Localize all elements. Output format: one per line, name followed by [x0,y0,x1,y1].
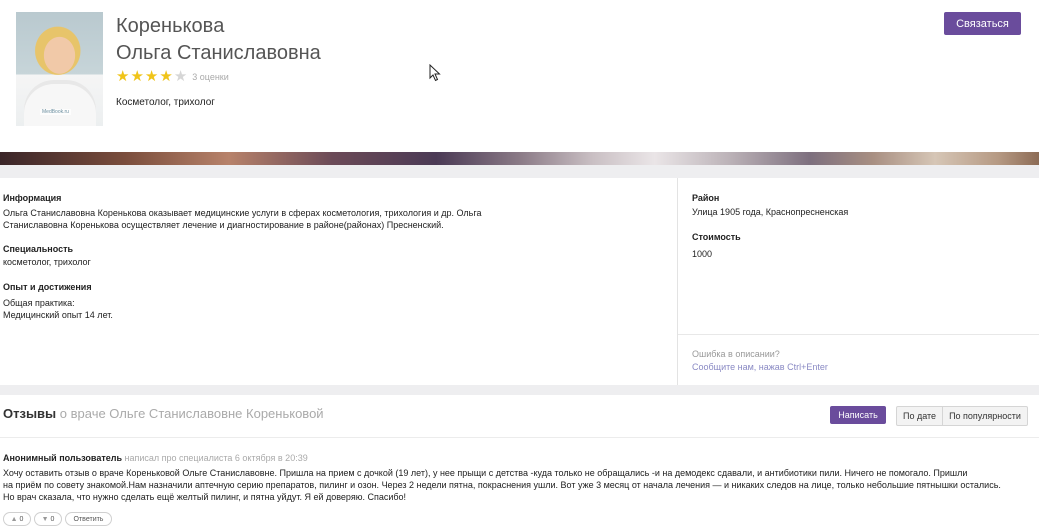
district-value: Улица 1905 года, Краснопресненская [692,207,849,217]
information-text-line: Станиславовна Коренькова осуществляет ле… [3,220,444,230]
dislike-count: 0 [50,515,55,523]
thumbs-down-icon: ▼ [41,515,49,523]
dislike-button[interactable]: ▼ 0 [34,512,62,526]
photo-watermark: MedBook.ru [40,109,71,115]
doctor-photo: MedBook.ru [16,12,103,126]
reviews-divider [0,437,1039,438]
reviews-heading: Отзывы [3,406,57,421]
decorative-banner [0,152,1039,165]
doctor-name: Кореньковa Ольга Станиславовна [116,13,321,67]
separator-band [0,165,1039,178]
review-text-line: Хочу оставить отзыв о враче Кореньковой … [3,468,968,478]
star-icon[interactable]: ★ [159,69,172,84]
sort-by-date-button[interactable]: По дате [897,407,942,425]
doctor-first-names: Ольга Станиславовна [116,42,321,64]
info-right-divider [678,334,1039,335]
like-button[interactable]: ▲ 0 [3,512,31,526]
contact-button[interactable]: Связаться [944,12,1021,35]
mouse-cursor-icon [429,64,441,82]
review-meta: написал про специалиста 6 октября в 20:3… [124,453,308,463]
experience-text: Общая практика: Медицинский опыт 14 лет. [3,297,113,321]
doctor-specialty: Косметолог, трихолог [116,97,215,108]
like-count: 0 [19,515,24,523]
star-icon[interactable]: ★ [145,69,158,84]
experience-line: Общая практика: [3,298,75,308]
review-header: Анонимный пользователь написал про специ… [3,453,308,463]
reviews-subtitle: о враче Ольге Станиславовне Кореньковой [59,406,324,421]
speciality-heading: Специальность [3,244,74,254]
info-column-divider [677,178,678,385]
star-icon[interactable]: ★ [130,69,143,84]
cost-value: 1000 [692,249,713,259]
error-question: Ошибка в описании? [692,349,780,359]
information-heading: Информация [3,193,62,203]
reply-button[interactable]: Ответить [65,512,112,526]
separator-band [0,385,1039,395]
write-review-button[interactable]: Написать [830,406,886,424]
experience-heading: Опыт и достижения [3,282,92,292]
review-author[interactable]: Анонимный пользователь [3,453,122,463]
district-heading: Район [692,193,720,203]
information-text-line: Ольга Станиславовна Коренькова оказывает… [3,208,482,218]
review-text-line: на приём по совету знакомой.Нам назначил… [3,480,1001,490]
doctor-last-name: Кореньковa [116,15,225,37]
review-text: Хочу оставить отзыв о враче Кореньковой … [3,467,1037,503]
rating-count: 3 оценки [192,72,229,82]
review-text-line: Но врач сказала, что нужно сделать ещё ж… [3,492,407,502]
sort-by-popularity-button[interactable]: По популярности [942,407,1027,425]
speciality-value: косметолог, трихолог [3,257,91,267]
doctor-photo-figure [24,80,96,126]
star-icon[interactable]: ★ [116,69,129,84]
report-error-link[interactable]: Сообщите нам, нажав Ctrl+Enter [692,362,828,372]
thumbs-up-icon: ▲ [10,515,18,523]
sort-toggle: По дате По популярности [896,406,1028,426]
reviews-title: Отзывы о враче Ольге Станиславовне Корен… [3,406,324,421]
star-icon[interactable]: ★ [174,69,187,84]
experience-line: Медицинский опыт 14 лет. [3,310,113,320]
cost-heading: Стоимость [692,232,741,242]
information-text: Ольга Станиславовна Коренькова оказывает… [3,207,481,231]
rating-stars[interactable]: ★ ★ ★ ★ ★ 3 оценки [116,69,229,84]
